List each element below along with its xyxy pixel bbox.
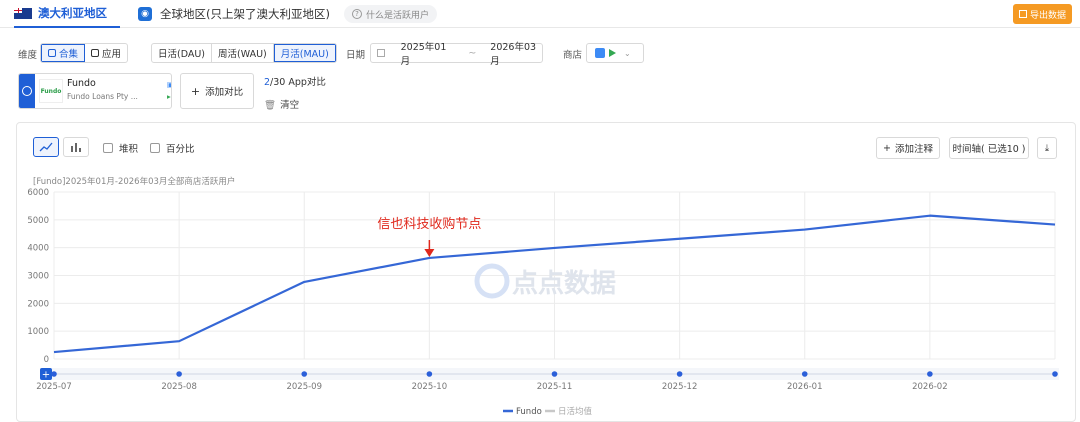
active-users-line-chart: 0 1000 2000 3000 4000 5000 6000 点点数据 +2025-07 202…	[27, 188, 1059, 417]
y-tick-label: 3000	[27, 272, 49, 282]
timeline-dot	[676, 371, 683, 377]
y-tick-label: 5000	[27, 216, 49, 226]
y-tick-label: 4000	[27, 244, 49, 254]
legend-label-secondary: 日活均值	[558, 406, 593, 417]
timeline-dot	[801, 371, 808, 377]
y-tick-label: 6000	[27, 188, 49, 198]
x-tick-label: 2025-10	[412, 382, 448, 392]
timeline-dot	[927, 371, 933, 377]
timeline-dot	[551, 371, 558, 377]
y-tick-label: 2000	[27, 299, 49, 309]
x-tick-label: 2025-07	[36, 382, 72, 392]
x-tick-label: 2026-02	[912, 382, 948, 392]
timeline-dot	[426, 371, 433, 377]
plus-icon: +	[42, 370, 50, 381]
timeline-dot	[301, 371, 308, 377]
timeline-dot	[51, 371, 57, 377]
watermark-logo	[474, 263, 510, 299]
annotation-text: 信也科技收购节点	[377, 216, 481, 232]
watermark-text: 点点数据	[512, 268, 616, 299]
y-tick-label: 0	[44, 355, 49, 365]
legend-label-fundo: Fundo	[516, 407, 542, 417]
x-tick-label: 2025-09	[286, 382, 322, 392]
x-tick-label: 2025-11	[537, 382, 573, 392]
x-tick-label: 2026-01	[787, 382, 823, 392]
x-tick-label: 2025-08	[161, 382, 197, 392]
annotation-arrow-head	[424, 249, 435, 257]
y-tick-label: 1000	[27, 327, 49, 337]
timeline-dot	[176, 371, 182, 377]
x-tick-label: 2025-12	[662, 382, 698, 392]
timeline-dot	[1052, 371, 1058, 377]
